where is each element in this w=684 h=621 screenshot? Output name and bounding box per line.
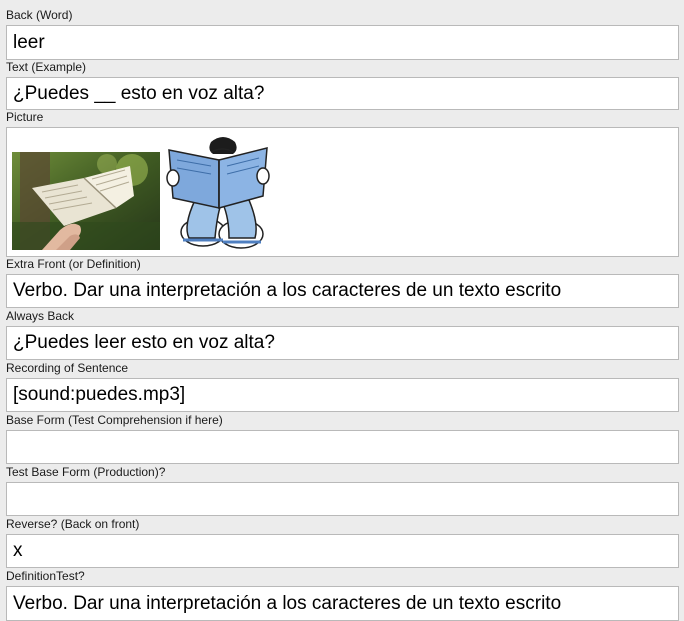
field-label-test-base-form: Test Base Form (Production)? — [6, 465, 166, 479]
field-label-back-word: Back (Word) — [6, 8, 73, 22]
field-label-definition-test: DefinitionTest? — [6, 569, 85, 583]
field-input-base-form[interactable] — [6, 430, 679, 464]
field-input-back-word[interactable]: leer — [6, 25, 679, 60]
field-input-picture[interactable] — [6, 127, 679, 257]
field-value-extra-front: Verbo. Dar una interpretación a los cara… — [13, 280, 562, 301]
field-label-recording: Recording of Sentence — [6, 361, 129, 375]
field-value-reverse: x — [13, 540, 23, 561]
field-label-reverse: Reverse? (Back on front) — [6, 517, 140, 531]
field-input-recording[interactable]: [sound:puedes.mp3] — [6, 378, 679, 412]
field-input-extra-front[interactable]: Verbo. Dar una interpretación a los cara… — [6, 274, 679, 308]
field-label-picture: Picture — [6, 110, 44, 124]
field-label-base-form: Base Form (Test Comprehension if here) — [6, 413, 223, 427]
field-input-text-example[interactable]: ¿Puedes __ esto en voz alta? — [6, 77, 679, 110]
field-label-extra-front: Extra Front (or Definition) — [6, 257, 141, 271]
field-label-text-example: Text (Example) — [6, 60, 87, 74]
open-book-photo — [12, 152, 160, 250]
field-label-always-back: Always Back — [6, 309, 75, 323]
field-value-always-back: ¿Puedes leer esto en voz alta? — [13, 332, 275, 353]
field-input-always-back[interactable]: ¿Puedes leer esto en voz alta? — [6, 326, 679, 360]
field-value-text-example: ¿Puedes __ esto en voz alta? — [13, 82, 265, 104]
field-input-test-base-form[interactable] — [6, 482, 679, 516]
child-reading-cartoon — [166, 137, 270, 249]
field-value-back-word: leer — [13, 31, 45, 53]
note-editor: Back (Word) leer Text (Example) ¿Puedes … — [0, 0, 684, 621]
field-value-recording: [sound:puedes.mp3] — [13, 384, 186, 405]
field-input-reverse[interactable]: x — [6, 534, 679, 568]
field-value-definition-test: Verbo. Dar una interpretación a los cara… — [13, 592, 562, 614]
field-input-definition-test[interactable]: Verbo. Dar una interpretación a los cara… — [6, 586, 679, 621]
